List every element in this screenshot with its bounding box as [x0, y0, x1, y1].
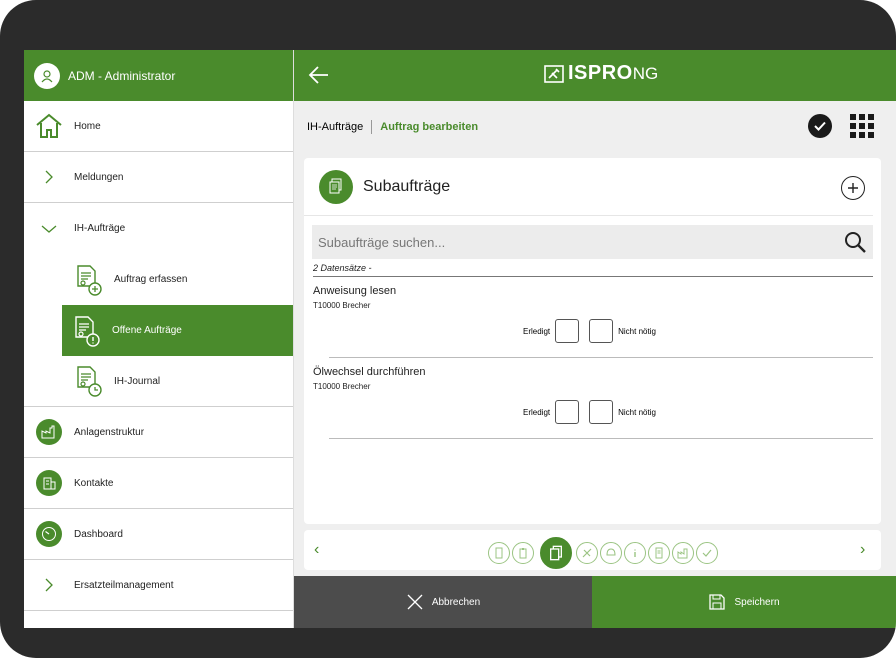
- sidebar-item-kontakte[interactable]: Kontakte: [24, 458, 293, 509]
- report-tab-icon[interactable]: [648, 542, 670, 564]
- breadcrumb-parent[interactable]: IH-Aufträge: [307, 121, 363, 133]
- task-status-row: Erledigt Nicht nötig: [523, 400, 656, 424]
- gauge-icon: [36, 521, 62, 547]
- document-tab-icon[interactable]: [488, 542, 510, 564]
- tools-logo-icon: [544, 64, 564, 83]
- sidebar-item-meldungen[interactable]: Meldungen: [24, 152, 293, 203]
- factory-tab-icon[interactable]: [672, 542, 694, 564]
- record-count: 2 Datensätze -: [313, 263, 873, 277]
- search-input[interactable]: Subaufträge suchen...: [312, 225, 873, 259]
- tablet-frame: ADM - Administrator Home Meldungen IH-Au…: [0, 0, 896, 658]
- done-label: Erledigt: [523, 407, 551, 417]
- main-area: ISPRONG IH-Aufträge Auftrag bearbeiten: [294, 50, 896, 628]
- sidebar-item-label: Offene Aufträge: [112, 325, 182, 336]
- building-icon: [36, 470, 62, 496]
- tools-tab-icon[interactable]: [576, 542, 598, 564]
- checkmark-icon: [814, 121, 826, 131]
- card-header: Subaufträge: [304, 158, 873, 216]
- sidebar-item-label: Auftrag erfassen: [114, 274, 188, 285]
- cancel-label: Abbrechen: [431, 596, 481, 608]
- chevron-down-icon: [24, 223, 74, 235]
- subtasks-card: Subaufträge Subaufträge suchen... 2 Date…: [304, 158, 881, 524]
- sidebar-item-dashboard[interactable]: Dashboard: [24, 509, 293, 560]
- task-title: Ölwechsel durchführen: [313, 366, 426, 378]
- task-title: Anweisung lesen: [313, 285, 397, 297]
- task-subtitle: T10000 Brecher: [313, 301, 371, 310]
- card-title: Subaufträge: [363, 177, 451, 195]
- sidebar-item-home[interactable]: Home: [24, 101, 293, 152]
- breadcrumb-separator: [371, 119, 373, 134]
- sidebar-item-auftrag-erfassen[interactable]: Auftrag erfassen: [24, 254, 293, 305]
- sidebar-item-ersatzteilmanagement[interactable]: Ersatzteilmanagement: [24, 560, 293, 611]
- user-header[interactable]: ADM - Administrator: [24, 50, 293, 101]
- sidebar: ADM - Administrator Home Meldungen IH-Au…: [24, 50, 294, 628]
- logo-suffix: NG: [632, 63, 659, 83]
- confirm-check-button[interactable]: [808, 114, 832, 138]
- done-checkbox[interactable]: [555, 400, 580, 424]
- list-item[interactable]: Anweisung lesen T10000 Brecher Erledigt …: [304, 277, 881, 358]
- sidebar-item-label: IH-Aufträge: [74, 223, 126, 234]
- sidebar-item-label: IH-Journal: [114, 375, 161, 387]
- sidebar-item-label: Kontakte: [74, 477, 114, 489]
- save-icon: [709, 594, 726, 610]
- app-logo: ISPRO NG: [544, 62, 658, 85]
- task-subtitle: T10000 Brecher: [313, 382, 371, 391]
- info-tab-icon[interactable]: [624, 542, 646, 564]
- save-label: Speichern: [734, 596, 780, 608]
- helmet-tab-icon[interactable]: [600, 542, 622, 564]
- add-subtask-button[interactable]: [841, 176, 865, 200]
- not-needed-label: Nicht nötig: [618, 326, 656, 336]
- section-tabs: [488, 537, 720, 569]
- chevron-right-icon: [24, 169, 74, 185]
- done-checkbox[interactable]: [555, 319, 580, 343]
- save-button[interactable]: Speichern: [592, 576, 896, 628]
- back-arrow-icon[interactable]: [306, 62, 334, 88]
- divider: [329, 438, 873, 439]
- logo-text: ISPRO: [568, 62, 633, 84]
- sidebar-item-label: Dashboard: [74, 528, 123, 540]
- list-item[interactable]: Ölwechsel durchführen T10000 Brecher Erl…: [304, 358, 881, 439]
- subtasks-tab-icon[interactable]: [540, 537, 572, 569]
- sidebar-item-ih-auftraege[interactable]: IH-Aufträge: [24, 203, 293, 254]
- done-label: Erledigt: [523, 326, 551, 336]
- plus-icon: [848, 183, 858, 193]
- screen: ADM - Administrator Home Meldungen IH-Au…: [24, 50, 896, 628]
- check-tab-icon[interactable]: [696, 542, 718, 564]
- top-bar: ISPRO NG: [294, 50, 896, 101]
- factory-icon: [36, 419, 62, 445]
- document-clock-icon: [64, 365, 114, 397]
- cancel-button[interactable]: Abbrechen: [294, 576, 592, 628]
- clipboard-tab-icon[interactable]: [512, 542, 534, 564]
- sidebar-item-ih-journal[interactable]: IH-Journal: [24, 356, 293, 407]
- document-alert-icon: [62, 315, 112, 347]
- breadcrumb: IH-Aufträge Auftrag bearbeiten: [294, 101, 896, 152]
- user-name: ADM - Administrator: [68, 68, 176, 83]
- document-add-icon: [64, 264, 114, 296]
- chevron-right-icon: [24, 577, 74, 593]
- section-pager: ‹ ›: [304, 530, 881, 570]
- not-needed-label: Nicht nötig: [618, 407, 656, 417]
- pager-next-button[interactable]: ›: [860, 541, 865, 559]
- search-icon[interactable]: [843, 230, 867, 254]
- apps-grid-icon[interactable]: [850, 114, 874, 138]
- breadcrumb-current: Auftrag bearbeiten: [380, 120, 479, 133]
- pager-prev-button[interactable]: ‹: [314, 541, 319, 559]
- not-needed-checkbox[interactable]: [589, 400, 614, 424]
- sidebar-item-label: Ersatzteilmanagement: [74, 579, 174, 591]
- sidebar-item-label: Anlagenstruktur: [74, 426, 145, 438]
- user-avatar-icon: [34, 62, 60, 89]
- house-icon: [24, 112, 74, 140]
- search-placeholder: Subaufträge suchen...: [318, 234, 446, 250]
- sidebar-item-offene-auftraege[interactable]: Offene Aufträge: [62, 305, 293, 356]
- close-icon: [407, 594, 423, 610]
- sidebar-item-anlagenstruktur[interactable]: Anlagenstruktur: [24, 407, 293, 458]
- sidebar-item-label: Home: [74, 120, 101, 132]
- task-status-row: Erledigt Nicht nötig: [523, 319, 656, 343]
- subtasks-icon: [319, 169, 353, 204]
- not-needed-checkbox[interactable]: [589, 319, 614, 343]
- action-bar: Abbrechen Speichern: [294, 576, 896, 628]
- sidebar-item-label: Meldungen: [74, 171, 124, 183]
